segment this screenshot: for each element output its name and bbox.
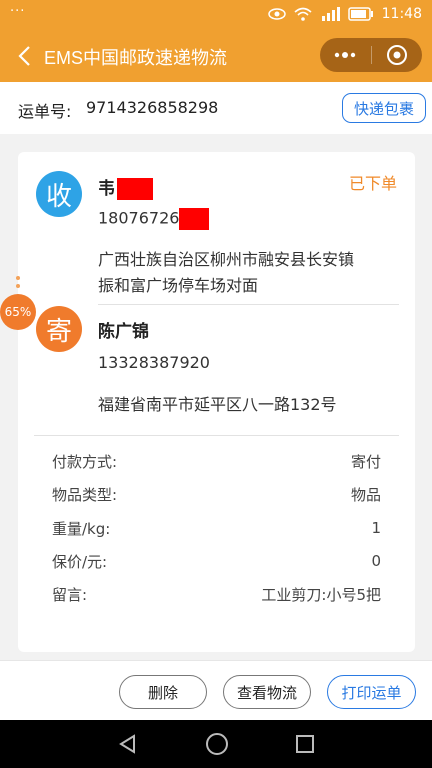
more-dots-icon — [335, 52, 356, 58]
redaction-block — [117, 178, 153, 200]
receiver-name: 韦 — [98, 179, 115, 199]
detail-row: 保价/元: 0 — [52, 549, 381, 573]
menu-dots: ··· — [10, 4, 26, 19]
bubble-dot — [16, 276, 20, 280]
detail-label: 付款方式: — [52, 452, 118, 471]
clock: 11:48 — [381, 6, 422, 22]
mini-program-capsule — [320, 38, 422, 72]
bubble-dot — [16, 284, 20, 288]
detail-row: 物品类型: 物品 — [52, 482, 381, 506]
app-bar: EMS中国邮政速递物流 — [0, 30, 432, 82]
receiver-phone: 18076726 — [98, 208, 180, 228]
detail-value: 寄付 — [350, 452, 381, 471]
receiver-name-row: 韦 — [98, 174, 153, 200]
sender-phone: 13328387920 — [98, 353, 210, 372]
close-button[interactable] — [372, 38, 423, 72]
app-title: EMS中国邮政速递物流 — [44, 48, 228, 68]
detail-value: 1 — [371, 519, 381, 537]
tracking-header: 运单号: 9714326858298 快递包裹 — [0, 82, 432, 134]
system-nav-bar — [0, 720, 432, 768]
circle-home-icon[interactable] — [205, 732, 229, 756]
eye-icon — [267, 8, 286, 20]
section-divider — [34, 435, 399, 436]
shipment-card: 收 韦 已下单 18076726 广西壮族自治区柳州市融安县长安镇 振和富广场停… — [18, 152, 415, 652]
detail-value: 物品 — [350, 485, 381, 504]
detail-row: 重量/kg: 1 — [52, 516, 381, 540]
express-package-button[interactable]: 快递包裹 — [342, 93, 426, 123]
receiver-address-line2: 振和富广场停车场对面 — [98, 276, 259, 295]
sender-name: 陈广锦 — [98, 322, 149, 342]
signal-icon — [321, 7, 340, 21]
receiver-address: 广西壮族自治区柳州市融安县长安镇 振和富广场停车场对面 — [98, 247, 354, 299]
sender-address: 福建省南平市延平区八一路132号 — [98, 395, 337, 414]
order-status: 已下单 — [348, 174, 397, 193]
wifi-icon — [294, 7, 312, 21]
sender-badge: 寄 — [36, 306, 82, 352]
status-icons: 11:48 — [267, 6, 422, 22]
action-bar: 删除 查看物流 打印运单 — [0, 660, 432, 720]
detail-label: 保价/元: — [52, 552, 108, 571]
back-button[interactable] — [10, 40, 38, 72]
battery-icon — [347, 7, 373, 21]
chevron-left-icon — [18, 46, 30, 66]
receiver-badge: 收 — [36, 171, 82, 217]
tracking-label: 运单号: — [18, 102, 72, 121]
detail-value: 0 — [371, 552, 381, 570]
detail-label: 留言: — [52, 585, 88, 604]
detail-label: 物品类型: — [52, 485, 118, 504]
receiver-phone-row: 18076726 — [98, 208, 210, 230]
print-waybill-button[interactable]: 打印运单 — [327, 675, 416, 709]
detail-label: 重量/kg: — [52, 519, 111, 538]
more-button[interactable] — [320, 38, 371, 72]
receiver-address-line1: 广西壮族自治区柳州市融安县长安镇 — [98, 250, 355, 269]
redaction-block — [179, 208, 210, 230]
detail-row: 付款方式: 寄付 — [52, 449, 381, 473]
view-logistics-button[interactable]: 查看物流 — [223, 675, 311, 709]
triangle-back-icon[interactable] — [117, 733, 139, 755]
tracking-number: 9714326858298 — [86, 98, 219, 117]
detail-value: 工业剪刀:小号5把 — [261, 585, 381, 604]
contact-divider — [98, 304, 399, 305]
target-close-icon — [386, 45, 407, 65]
status-bar: ··· 11:48 — [0, 0, 432, 30]
floating-progress-bubble[interactable]: 65% — [0, 294, 36, 330]
delete-button[interactable]: 删除 — [119, 675, 207, 709]
detail-row: 留言: 工业剪刀:小号5把 — [52, 582, 381, 606]
square-recent-icon[interactable] — [295, 734, 315, 754]
